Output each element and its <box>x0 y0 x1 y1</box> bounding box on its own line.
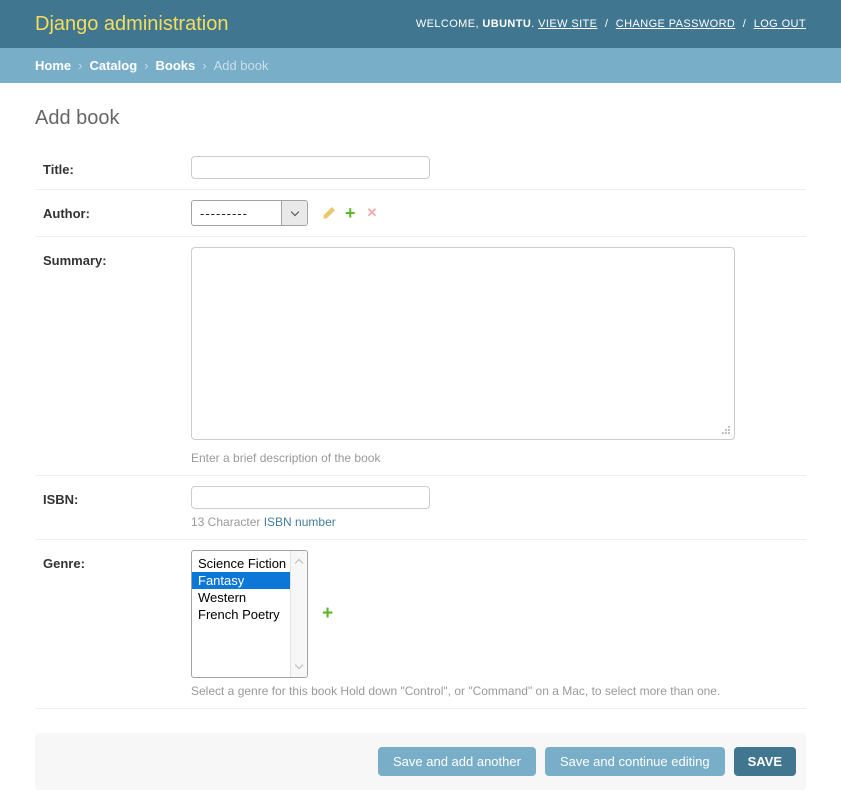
save-and-continue-editing-button[interactable]: Save and continue editing <box>545 747 725 776</box>
chevron-down-icon[interactable] <box>281 201 307 225</box>
isbn-input[interactable] <box>191 486 430 509</box>
edit-pencil-icon[interactable] <box>322 206 336 220</box>
genre-option-science-fiction[interactable]: Science Fiction <box>192 555 290 572</box>
author-label: Author: <box>43 206 90 221</box>
genre-label: Genre: <box>43 556 85 571</box>
breadcrumb-current: Add book <box>214 58 269 73</box>
change-password-link[interactable]: CHANGE PASSWORD <box>616 18 735 30</box>
genre-option-french-poetry[interactable]: French Poetry <box>192 606 290 623</box>
title-input[interactable] <box>191 156 430 179</box>
save-and-add-another-button[interactable]: Save and add another <box>378 747 536 776</box>
breadcrumb-home[interactable]: Home <box>35 58 71 73</box>
isbn-help-text: 13 Character ISBN number <box>191 515 430 529</box>
form-row-author: Author: --------- + ✕ <box>35 190 806 237</box>
username: UBUNTU <box>482 18 531 30</box>
add-related-icon[interactable]: + <box>345 206 356 220</box>
author-select[interactable]: --------- <box>191 200 308 226</box>
scroll-up-icon[interactable] <box>295 559 303 567</box>
breadcrumb-separator: › <box>202 58 206 73</box>
page-title: Add book <box>35 107 806 130</box>
content: Add book Title: Author: --------- <box>0 107 841 790</box>
breadcrumb-books[interactable]: Books <box>155 58 195 73</box>
genre-option-western[interactable]: Western <box>192 589 290 606</box>
save-button[interactable]: SAVE <box>734 747 796 776</box>
add-book-form: Title: Author: --------- + ✕ <box>35 146 806 790</box>
form-row-genre: Genre: Science Fiction Fantasy Western F… <box>35 540 806 709</box>
breadcrumb-separator: › <box>78 58 82 73</box>
title-label: Title: <box>43 162 74 177</box>
scroll-down-icon[interactable] <box>295 661 303 669</box>
view-site-link[interactable]: VIEW SITE <box>538 18 597 30</box>
form-row-isbn: ISBN: 13 Character ISBN number <box>35 476 806 540</box>
form-row-summary: Summary: Enter a brief description of th… <box>35 237 806 476</box>
admin-header: Django administration WELCOME, UBUNTU. V… <box>0 0 841 48</box>
summary-help-text: Enter a brief description of the book <box>191 451 735 465</box>
author-selected-value: --------- <box>192 206 281 221</box>
isbn-number-link[interactable]: ISBN number <box>264 515 336 529</box>
add-genre-icon[interactable]: + <box>322 603 333 625</box>
genre-multiselect[interactable]: Science Fiction Fantasy Western French P… <box>191 550 308 678</box>
summary-textarea[interactable] <box>191 247 735 440</box>
listbox-scrollbar[interactable] <box>290 551 307 677</box>
genre-help-text: Select a genre for this book Hold down "… <box>191 684 720 698</box>
user-tools: WELCOME, UBUNTU. VIEW SITE / CHANGE PASS… <box>416 18 806 30</box>
form-row-title: Title: <box>35 146 806 190</box>
tools-separator: / <box>743 18 746 30</box>
log-out-link[interactable]: LOG OUT <box>754 18 806 30</box>
breadcrumb-catalog[interactable]: Catalog <box>89 58 137 73</box>
isbn-label: ISBN: <box>43 492 78 507</box>
breadcrumb-separator: › <box>144 58 148 73</box>
delete-related-icon[interactable]: ✕ <box>367 206 378 220</box>
genre-option-fantasy[interactable]: Fantasy <box>192 572 290 589</box>
summary-label: Summary: <box>43 253 107 268</box>
breadcrumb: Home › Catalog › Books › Add book <box>0 48 841 83</box>
site-branding[interactable]: Django administration <box>35 13 228 36</box>
submit-row: Save and add another Save and continue e… <box>35 733 806 790</box>
tools-separator: / <box>605 18 608 30</box>
welcome-text: WELCOME, UBUNTU. <box>416 18 535 30</box>
